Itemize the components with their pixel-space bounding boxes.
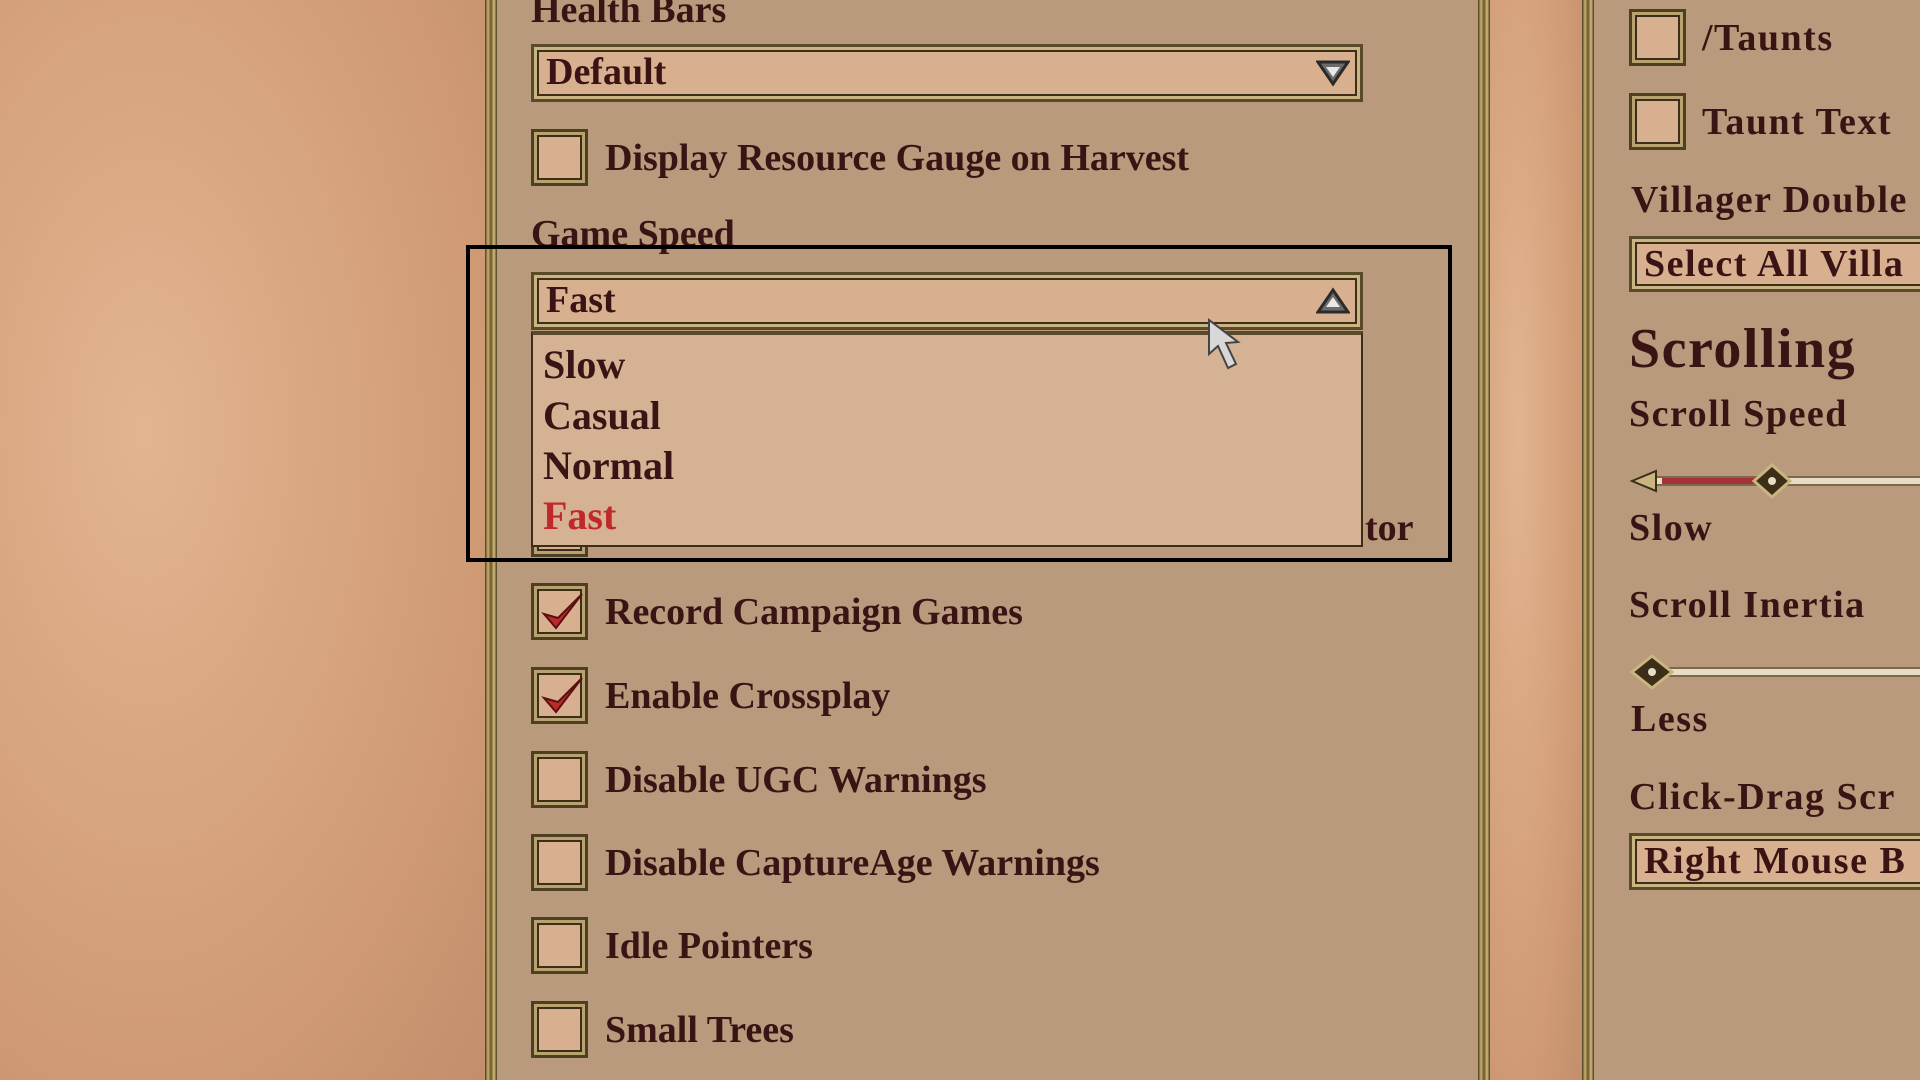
- villager-double-dropdown[interactable]: Select All Villa: [1629, 236, 1920, 292]
- record-campaign-games-label: Record Campaign Games: [605, 591, 1023, 633]
- health-bars-value: Default: [546, 51, 667, 93]
- scroll-inertia-handle[interactable]: [1630, 654, 1674, 690]
- disable-ugc-warnings-label: Disable UGC Warnings: [605, 759, 987, 801]
- scroll-inertia-slider[interactable]: [1650, 667, 1920, 677]
- small-trees-checkbox[interactable]: [531, 1001, 588, 1058]
- scroll-inertia-label: Scroll Inertia: [1629, 584, 1866, 626]
- parchment-gap: [1490, 0, 1582, 1080]
- panel-border: [1478, 0, 1490, 1080]
- villager-double-label: Villager Double: [1631, 179, 1908, 221]
- scrolling-section-title: Scrolling: [1629, 318, 1857, 380]
- checkmark-icon: [541, 593, 583, 630]
- slider-left-arrow-icon: [1630, 469, 1657, 493]
- taunts-checkbox[interactable]: [1629, 9, 1686, 66]
- scroll-speed-label: Scroll Speed: [1629, 393, 1848, 435]
- highlight-box: [466, 245, 1452, 562]
- panel-border: [1582, 0, 1594, 1080]
- parchment-background-left: [0, 0, 485, 1080]
- disable-captureage-warnings-checkbox[interactable]: [531, 834, 588, 891]
- idle-pointers-label: Idle Pointers: [605, 925, 813, 967]
- taunts-label: /Taunts: [1702, 17, 1834, 59]
- record-campaign-games-checkbox[interactable]: [531, 583, 588, 640]
- click-drag-label: Click-Drag Scr: [1629, 776, 1896, 818]
- scroll-speed-min-label: Slow: [1629, 507, 1714, 549]
- checkmark-icon: [541, 677, 583, 714]
- chevron-down-icon: [1316, 60, 1350, 87]
- display-resource-gauge-checkbox[interactable]: [531, 129, 588, 186]
- click-drag-value: Right Mouse B: [1644, 840, 1907, 882]
- health-bars-dropdown[interactable]: Default: [531, 44, 1363, 102]
- click-drag-dropdown[interactable]: Right Mouse B: [1629, 833, 1920, 890]
- display-resource-gauge-label: Display Resource Gauge on Harvest: [605, 137, 1190, 179]
- small-trees-label: Small Trees: [605, 1009, 794, 1051]
- enable-crossplay-checkbox[interactable]: [531, 667, 588, 724]
- scroll-speed-handle[interactable]: [1752, 463, 1792, 499]
- scroll-inertia-min-label: Less: [1631, 698, 1709, 740]
- health-bars-label: Health Bars: [531, 0, 727, 31]
- mouse-cursor-icon: [1208, 318, 1241, 370]
- taunt-text-label: Taunt Text: [1702, 101, 1892, 143]
- taunt-text-checkbox[interactable]: [1629, 93, 1686, 150]
- idle-pointers-checkbox[interactable]: [531, 917, 588, 974]
- disable-captureage-warnings-label: Disable CaptureAge Warnings: [605, 842, 1100, 884]
- disable-ugc-warnings-checkbox[interactable]: [531, 751, 588, 808]
- enable-crossplay-label: Enable Crossplay: [605, 675, 891, 717]
- villager-double-value: Select All Villa: [1644, 243, 1905, 285]
